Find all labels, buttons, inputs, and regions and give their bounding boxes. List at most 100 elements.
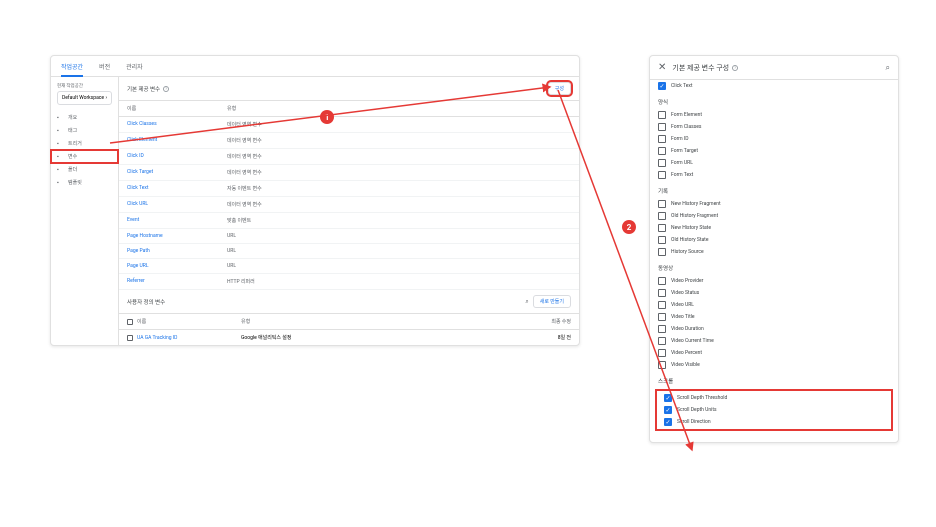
check-row[interactable]: Video Duration <box>650 323 898 335</box>
tab-admin[interactable]: 관리자 <box>126 62 143 76</box>
user-var-table-header: 이름 유형 최종 수정 <box>119 314 579 330</box>
var-type: 데이터 영역 변수 <box>227 137 571 144</box>
var-name: Click Element <box>127 137 227 144</box>
var-name: UA GA Tracking ID <box>137 335 237 341</box>
var-last: 8일 전 <box>521 334 571 341</box>
workspace-select[interactable]: Default Workspace › <box>57 91 112 105</box>
row-checkbox[interactable] <box>127 335 133 341</box>
sidebar-item-variable[interactable]: ▪변수 <box>51 150 118 163</box>
close-icon[interactable]: ✕ <box>658 62 666 73</box>
search-icon[interactable]: ⌕ <box>525 298 528 306</box>
sidebar-item-dashboard[interactable]: ▪개요 <box>51 111 118 124</box>
check-label: Click Text <box>671 83 693 89</box>
check-row[interactable]: Form Element <box>650 109 898 121</box>
col-last-header: 최종 수정 <box>521 318 571 325</box>
check-row[interactable]: Video Visible <box>650 359 898 371</box>
var-name: Click Target <box>127 169 227 176</box>
table-row[interactable]: Click Text자동 이벤트 변수 <box>119 181 579 197</box>
right-panel: ✕ 기본 제공 변수 구성 ? ⌕ ✓ Click Text 양식Form El… <box>649 55 899 443</box>
search-icon[interactable]: ⌕ <box>886 63 890 73</box>
check-label: Video Provider <box>671 278 703 284</box>
tab-version[interactable]: 버전 <box>99 62 110 76</box>
check-row[interactable]: ✓Scroll Depth Units <box>656 404 892 416</box>
col-name-header2: 이름 <box>137 318 237 325</box>
checkbox-icon <box>658 224 666 232</box>
check-row[interactable]: Form Text <box>650 169 898 181</box>
help-icon[interactable]: ? <box>163 86 169 92</box>
main: 기본 제공 변수 ? 구성 이름 유형 Click Classes데이터 영역 … <box>119 77 579 345</box>
table-row[interactable]: Click URL데이터 영역 변수 <box>119 197 579 213</box>
check-label: Scroll Direction <box>677 419 711 425</box>
table-row[interactable]: UA GA Tracking IDGoogle 애널리틱스 설정8일 전 <box>119 330 579 345</box>
check-label: Old History Fragment <box>671 213 718 219</box>
check-label: Video Current Time <box>671 338 714 344</box>
col-type-header: 유형 <box>227 105 571 112</box>
check-label: Video Status <box>671 290 699 296</box>
check-label: Video URL <box>671 302 694 308</box>
check-row-click-text[interactable]: ✓ Click Text <box>650 80 898 92</box>
tab-workspace[interactable]: 작업공간 <box>61 62 83 77</box>
checkbox-icon <box>658 301 666 309</box>
check-row[interactable]: Old History State <box>650 234 898 246</box>
sidebar-item-trigger[interactable]: ▪트리거 <box>51 137 118 150</box>
folder-icon: ▪ <box>57 167 64 172</box>
table-row[interactable]: Click ID데이터 영역 변수 <box>119 149 579 165</box>
check-row[interactable]: Form URL <box>650 157 898 169</box>
var-name: Page Hostname <box>127 233 227 239</box>
sidebar-item-label: 폴더 <box>68 166 77 173</box>
check-label: Video Duration <box>671 326 704 332</box>
new-button[interactable]: 새로 만들기 <box>533 295 571 308</box>
select-all-checkbox[interactable] <box>127 319 133 325</box>
tabs: 작업공간 버전 관리자 <box>51 56 579 77</box>
check-row[interactable]: History Source <box>650 246 898 258</box>
table-row[interactable]: Click Element데이터 영역 변수 <box>119 133 579 149</box>
section-group: New History Fragment Old History Fragment… <box>650 198 898 258</box>
check-label: Video Percent <box>671 350 702 356</box>
table-row[interactable]: Click Target데이터 영역 변수 <box>119 165 579 181</box>
sidebar-item-folder[interactable]: ▪ 폴더 <box>51 163 118 176</box>
col-name-header: 이름 <box>127 105 227 112</box>
sidebar-item-template[interactable]: ▪템플릿 <box>51 176 118 189</box>
check-row[interactable]: ✓Scroll Direction <box>656 416 892 428</box>
table-row[interactable]: Page HostnameURL <box>119 229 579 244</box>
check-label: New History Fragment <box>671 201 721 207</box>
right-title: 기본 제공 변수 구성 ? <box>672 63 738 73</box>
check-row[interactable]: New History Fragment <box>650 198 898 210</box>
check-row[interactable]: ✓Scroll Depth Threshold <box>656 392 892 404</box>
table-row[interactable]: Click Classes데이터 영역 변수 <box>119 117 579 133</box>
check-label: Form URL <box>671 160 693 166</box>
check-row[interactable]: Video Title <box>650 311 898 323</box>
sidebar-item-label: 변수 <box>68 153 77 160</box>
var-type: 데이터 영역 변수 <box>227 121 571 128</box>
check-row[interactable]: Old History Fragment <box>650 210 898 222</box>
col-type-header2: 유형 <box>241 318 517 325</box>
check-row[interactable]: Video URL <box>650 299 898 311</box>
table-row[interactable]: Page URLURL <box>119 259 579 274</box>
table-row[interactable]: Page PathURL <box>119 244 579 259</box>
check-row[interactable]: Form ID <box>650 133 898 145</box>
checkbox-icon <box>658 337 666 345</box>
check-row[interactable]: Video Provider <box>650 275 898 287</box>
check-row[interactable]: Video Status <box>650 287 898 299</box>
table-row[interactable]: ReferrerHTTP 리퍼러 <box>119 274 579 290</box>
help-icon[interactable]: ? <box>732 65 738 71</box>
checkbox-icon: ✓ <box>664 394 672 402</box>
check-row[interactable]: Video Current Time <box>650 335 898 347</box>
sidebar-item-tag[interactable]: ▪태그 <box>51 124 118 137</box>
section-label: 기록 <box>650 181 898 198</box>
builtin-table-header: 이름 유형 <box>119 101 579 117</box>
user-var-header-section: 사용자 정의 변수 ⌕ 새로 만들기 <box>119 290 579 314</box>
check-row[interactable]: Video Percent <box>650 347 898 359</box>
check-row[interactable]: New History State <box>650 222 898 234</box>
config-button[interactable]: 구성 <box>548 82 571 95</box>
checkbox-icon <box>658 135 666 143</box>
right-header: ✕ 기본 제공 변수 구성 ? ⌕ <box>650 56 898 80</box>
var-name: Page URL <box>127 263 227 269</box>
check-row[interactable]: Form Target <box>650 145 898 157</box>
check-row[interactable]: Form Classes <box>650 121 898 133</box>
annotation-badge-1: 1 <box>320 110 334 124</box>
table-row[interactable]: Event맞춤 이벤트 <box>119 213 579 229</box>
checkbox-icon: ✓ <box>664 406 672 414</box>
var-type: 데이터 영역 변수 <box>227 153 571 160</box>
checkbox-icon <box>658 236 666 244</box>
